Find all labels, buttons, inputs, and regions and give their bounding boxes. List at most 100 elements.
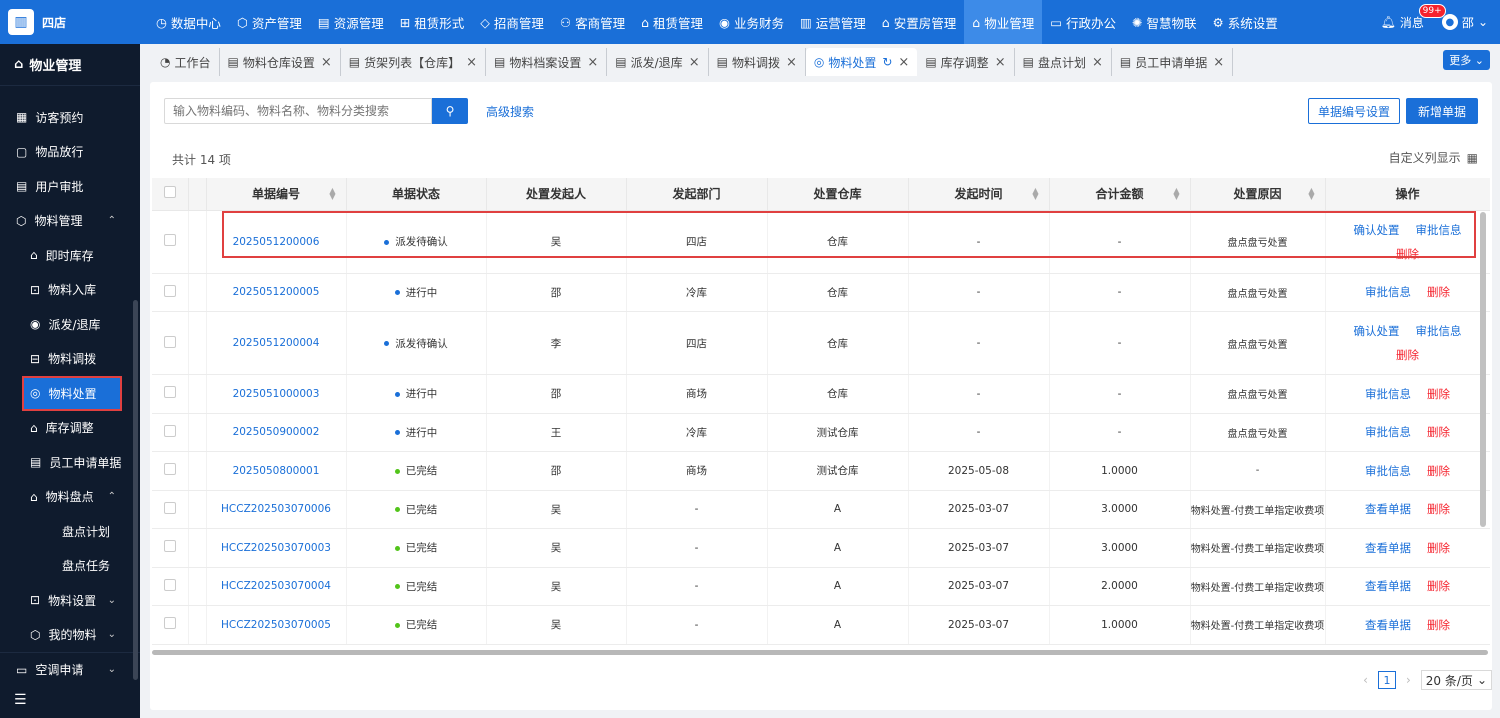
approval-info-button[interactable]: 审批信息: [1365, 387, 1411, 401]
doc-number-link[interactable]: HCCZ202503070003: [221, 542, 331, 554]
row-checkbox[interactable]: [163, 284, 176, 297]
view-document-button[interactable]: 查看单据: [1365, 618, 1411, 632]
delete-button[interactable]: 删除: [1427, 541, 1450, 555]
sidebar-item[interactable]: ⌂ 库存调整: [0, 411, 140, 446]
topnav-item[interactable]: ⌂ 物业管理: [964, 0, 1043, 44]
table-row[interactable]: HCCZ202503070003 已完结 吴 - A 2025-03-07 3.…: [152, 528, 1490, 568]
confirm-disposal-button[interactable]: 确认处置: [1354, 324, 1400, 338]
row-checkbox[interactable]: [163, 617, 176, 630]
topnav-item[interactable]: ⚙ 系统设置: [1205, 0, 1286, 44]
sidebar-item[interactable]: 盘点任务: [0, 549, 140, 584]
table-row[interactable]: 2025051000003 进行中 邵 商场 仓库 - - 盘点盘亏处置 审批信…: [152, 374, 1490, 414]
view-document-button[interactable]: 查看单据: [1365, 502, 1411, 516]
sidebar-item[interactable]: ◎ 物料处置: [22, 376, 122, 411]
doc-number-link[interactable]: 2025051200004: [233, 337, 320, 349]
approval-info-button[interactable]: 审批信息: [1416, 223, 1462, 237]
sidebar-item[interactable]: ⬡ 物料管理 ⌃: [0, 204, 140, 239]
topnav-item[interactable]: ▥ 运营管理: [792, 0, 874, 44]
next-page-icon[interactable]: ›: [1406, 673, 1411, 687]
close-icon[interactable]: ×: [689, 55, 700, 70]
close-icon[interactable]: ×: [466, 55, 477, 70]
row-checkbox[interactable]: [163, 578, 176, 591]
tab[interactable]: ▤ 货架列表【仓库】 ×: [341, 48, 487, 76]
tab[interactable]: ▤ 物料档案设置 ×: [486, 48, 608, 76]
sidebar-item[interactable]: ◉ 派发/退库: [0, 307, 140, 342]
delete-button[interactable]: 删除: [1396, 348, 1419, 362]
approval-info-button[interactable]: 审批信息: [1365, 285, 1411, 299]
topnav-item[interactable]: ▤ 资源管理: [310, 0, 392, 44]
collapse-menu-icon[interactable]: ☰: [0, 682, 140, 718]
doc-number-link[interactable]: 2025051200005: [233, 286, 320, 298]
delete-button[interactable]: 删除: [1427, 285, 1450, 299]
topnav-item[interactable]: ◷ 数据中心: [148, 0, 229, 44]
doc-number-link[interactable]: 2025050800001: [233, 465, 320, 477]
sidebar-item[interactable]: 盘点计划: [0, 514, 140, 549]
row-checkbox[interactable]: [163, 501, 176, 514]
delete-button[interactable]: 删除: [1427, 502, 1450, 516]
sort-icon[interactable]: ▲ ▼: [1032, 187, 1038, 201]
row-checkbox[interactable]: [163, 463, 176, 476]
tab[interactable]: ▤ 员工申请单据 ×: [1112, 48, 1234, 76]
delete-button[interactable]: 删除: [1427, 618, 1450, 632]
doc-number-link[interactable]: 2025051200006: [233, 236, 320, 248]
tab[interactable]: ▤ 库存调整 ×: [917, 48, 1015, 76]
doc-number-link[interactable]: HCCZ202503070006: [221, 503, 331, 515]
doc-number-link[interactable]: HCCZ202503070005: [221, 619, 331, 631]
sidebar-item[interactable]: ▦ 访客预约: [0, 100, 140, 135]
table-vertical-scrollbar[interactable]: [1480, 212, 1486, 527]
close-icon[interactable]: ×: [995, 55, 1006, 70]
table-row[interactable]: HCCZ202503070004 已完结 吴 - A 2025-03-07 2.…: [152, 567, 1490, 606]
custom-columns-button[interactable]: 自定义列显示 ▦: [1389, 149, 1478, 166]
topnav-item[interactable]: ◇ 招商管理: [472, 0, 552, 44]
table-horizontal-scrollbar[interactable]: [152, 650, 1488, 655]
sort-icon[interactable]: ▲ ▼: [1308, 187, 1314, 201]
tab[interactable]: ▤ 派发/退库 ×: [607, 48, 709, 76]
column-header[interactable]: 发起时间 ▲ ▼: [908, 178, 1050, 211]
table-row[interactable]: 2025051200006 派发待确认 吴 四店 仓库 - - 盘点盘亏处置 确…: [152, 210, 1490, 274]
sidebar-item[interactable]: ▢ 物品放行: [0, 135, 140, 170]
doc-number-link[interactable]: 2025051000003: [233, 388, 320, 400]
row-checkbox[interactable]: [163, 540, 176, 553]
delete-button[interactable]: 删除: [1427, 425, 1450, 439]
topnav-item[interactable]: ▭ 行政办公: [1042, 0, 1124, 44]
tab[interactable]: ▤ 物料调拨 ×: [709, 48, 806, 76]
confirm-disposal-button[interactable]: 确认处置: [1354, 223, 1400, 237]
topnav-item[interactable]: ⚇ 客商管理: [552, 0, 633, 44]
row-checkbox[interactable]: [163, 424, 176, 437]
approval-info-button[interactable]: 审批信息: [1416, 324, 1462, 338]
page-size-select[interactable]: 20 条/页 ⌄: [1420, 670, 1492, 690]
delete-button[interactable]: 删除: [1396, 247, 1419, 261]
user-menu[interactable]: ● 邵 ⌄: [1441, 14, 1488, 31]
close-icon[interactable]: ×: [898, 55, 909, 70]
row-checkbox[interactable]: [163, 335, 176, 348]
sort-icon[interactable]: ▲ ▼: [329, 187, 335, 201]
sidebar-item[interactable]: ⌂ 物料盘点 ⌃: [0, 480, 140, 515]
close-icon[interactable]: ×: [321, 55, 332, 70]
table-row[interactable]: HCCZ202503070005 已完结 吴 - A 2025-03-07 1.…: [152, 605, 1490, 645]
sidebar-item[interactable]: ▤ 员工申请单据: [0, 445, 140, 480]
sidebar-item[interactable]: ⊡ 物料入库: [0, 273, 140, 308]
topnav-item[interactable]: ✺ 智慧物联: [1124, 0, 1205, 44]
more-tabs-button[interactable]: 更多 ⌄: [1443, 50, 1490, 70]
topnav-item[interactable]: ⌂ 安置房管理: [874, 0, 964, 44]
close-icon[interactable]: ×: [1092, 55, 1103, 70]
sidebar-item[interactable]: ▤ 用户审批: [0, 169, 140, 204]
tab[interactable]: ▤ 物料仓库设置 ×: [220, 48, 341, 76]
table-row[interactable]: 2025051200004 派发待确认 李 四店 仓库 - - 盘点盘亏处置 确…: [152, 311, 1490, 375]
table-row[interactable]: 2025050800001 已完结 邵 商场 测试仓库 2025-05-08 1…: [152, 451, 1490, 491]
topnav-item[interactable]: ⌂ 租赁管理: [633, 0, 711, 44]
brand[interactable]: ▥ 四店: [0, 0, 140, 44]
topnav-item[interactable]: ◉ 业务财务: [711, 0, 792, 44]
sidebar-scrollbar[interactable]: [133, 300, 138, 680]
approval-info-button[interactable]: 审批信息: [1365, 425, 1411, 439]
advanced-search-link[interactable]: 高级搜索: [486, 103, 534, 120]
tab[interactable]: ▤ 盘点计划 ×: [1015, 48, 1112, 76]
topnav-item[interactable]: ⬡ 资产管理: [229, 0, 310, 44]
close-icon[interactable]: ×: [786, 55, 797, 70]
prev-page-icon[interactable]: ‹: [1363, 673, 1368, 687]
numbering-settings-button[interactable]: 单据编号设置: [1307, 98, 1400, 124]
tab[interactable]: ◔ 工作台: [152, 48, 220, 76]
messages-button[interactable]: 🔔︎ 消息 99+: [1381, 3, 1446, 31]
table-row[interactable]: HCCZ202503070006 已完结 吴 - A 2025-03-07 3.…: [152, 490, 1490, 529]
approval-info-button[interactable]: 审批信息: [1365, 464, 1411, 478]
